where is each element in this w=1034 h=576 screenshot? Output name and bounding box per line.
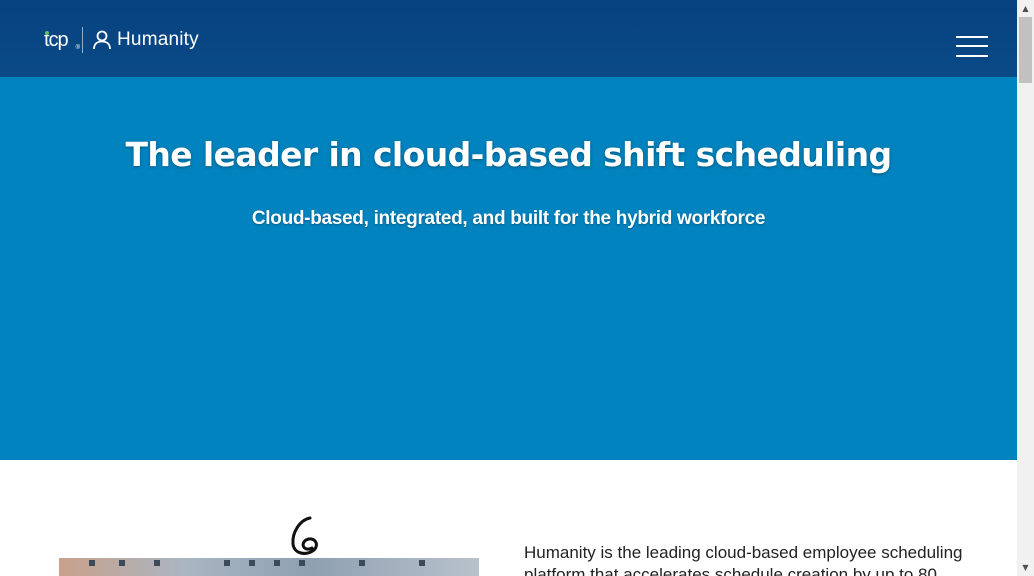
photo-window <box>224 560 230 566</box>
photo-window <box>359 560 365 566</box>
logo-link[interactable]: tcp ® Humanity <box>44 26 199 54</box>
site-header: tcp ® Humanity <box>0 0 1017 77</box>
tcp-logo-dot <box>45 31 49 35</box>
menu-line-bottom <box>956 55 988 57</box>
photo-window <box>274 560 280 566</box>
photo-window <box>154 560 160 566</box>
photo-window <box>119 560 125 566</box>
hamburger-menu-icon[interactable] <box>956 33 989 60</box>
page: tcp ® Humanity The leader in cloud-based… <box>0 0 1034 576</box>
brand-name: Humanity <box>117 29 199 50</box>
about-section: Humanity is the leading cloud-based empl… <box>0 460 1017 576</box>
photo-window <box>419 560 425 566</box>
scrollbar-thumb[interactable] <box>1019 17 1032 83</box>
about-paragraph: Humanity is the leading cloud-based empl… <box>524 543 963 576</box>
scribble-decoration <box>291 516 318 555</box>
logo-divider <box>82 27 83 53</box>
hero-subtitle: Cloud-based, integrated, and built for t… <box>251 208 766 229</box>
hero-title: The leader in cloud-based shift scheduli… <box>125 135 892 174</box>
tcp-logo: tcp ® <box>44 26 80 54</box>
photo-window <box>249 560 255 566</box>
page-content: tcp ® Humanity The leader in cloud-based… <box>0 0 1017 576</box>
vertical-scrollbar[interactable]: ▲ ▼ <box>1017 0 1034 576</box>
menu-line-top <box>956 36 988 38</box>
hero-section: The leader in cloud-based shift scheduli… <box>0 77 1017 460</box>
photo-window <box>89 560 95 566</box>
tcp-logo-trademark: ® <box>75 45 80 51</box>
scroll-up-arrow-icon[interactable]: ▲ <box>1017 0 1034 17</box>
office-photo <box>59 558 479 576</box>
scroll-down-arrow-icon[interactable]: ▼ <box>1017 559 1034 576</box>
user-icon <box>93 30 111 50</box>
menu-line-middle <box>956 45 988 47</box>
photo-window <box>299 560 305 566</box>
